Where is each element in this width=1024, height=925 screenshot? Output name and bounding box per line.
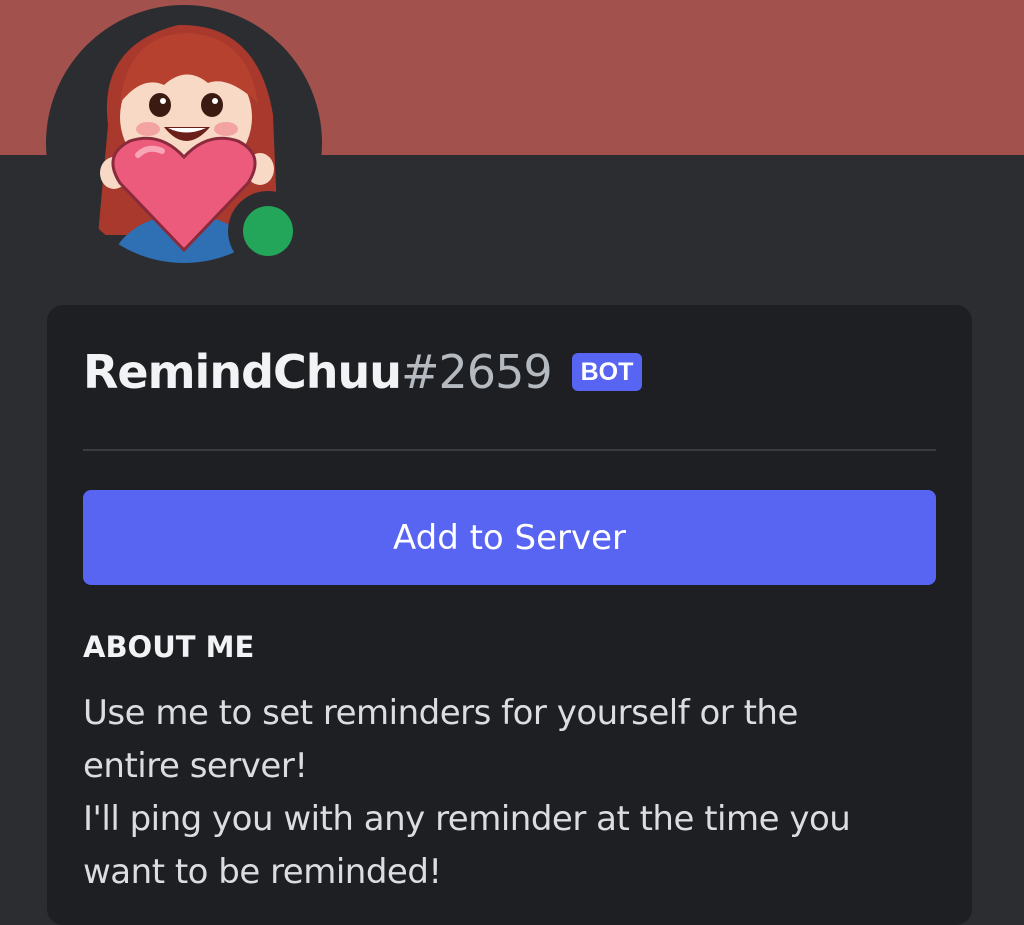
bot-badge: BOT — [571, 353, 643, 391]
name-row: RemindChuu #2659 BOT — [83, 345, 643, 399]
discriminator: #2659 — [401, 345, 553, 399]
about-line: Use me to set reminders for yourself or … — [83, 693, 798, 733]
username: RemindChuu — [83, 345, 402, 399]
add-to-server-button[interactable]: Add to Server — [83, 490, 936, 585]
online-status-icon — [243, 206, 293, 256]
about-me-heading: ABOUT ME — [83, 630, 255, 664]
about-line: want to be reminded! — [83, 852, 442, 892]
about-me-text: Use me to set reminders for yourself or … — [83, 687, 933, 899]
about-line: I'll ping you with any reminder at the t… — [83, 799, 851, 839]
about-line: entire server! — [83, 746, 308, 786]
profile-card: RemindChuu #2659 BOT Add to Server ABOUT… — [47, 305, 972, 925]
avatar-container[interactable] — [46, 5, 322, 281]
status-indicator — [228, 191, 308, 271]
divider — [83, 449, 936, 451]
